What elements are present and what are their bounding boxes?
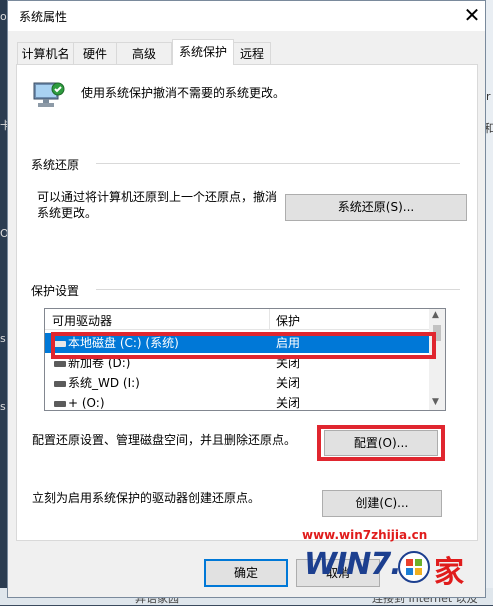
edge-glyph: o [0, 10, 7, 23]
configure-text: 配置还原设置、管理磁盘空间，并且删除还原点。 [32, 433, 297, 447]
create-button[interactable]: 创建(C)... [322, 490, 442, 517]
create-text: 立刻为启用系统保护的驱动器创建还原点。 [32, 491, 261, 505]
drive-name: 系统_WD (I:) [68, 376, 140, 390]
restore-description: 可以通过将计算机还原到上一个还原点，撤消系统更改。 [37, 190, 278, 220]
drive-icon [54, 401, 66, 407]
drive-icon [54, 381, 66, 387]
column-protection[interactable]: 保护 [276, 312, 300, 329]
tab-computer-name[interactable]: 计算机名 [17, 42, 74, 64]
protection-heading: 保护设置 [31, 284, 80, 298]
drive-list[interactable]: 可用驱动器 保护 本地磁盘 (C:) (系统) 启用 新加卷 (D:) 关闭 系… [44, 308, 446, 411]
watermark-logo-suffix: 家 [434, 555, 464, 590]
edge-glyph: r [486, 90, 491, 103]
windows-flag-icon [398, 551, 430, 583]
watermark-url: www.win7zhijia.cn [302, 528, 428, 542]
divider [96, 163, 460, 164]
system-protection-icon [33, 82, 65, 107]
drive-status: 关闭 [276, 396, 301, 410]
highlight-box [317, 425, 445, 461]
list-header: 可用驱动器 保护 [45, 309, 429, 330]
scroll-down-icon[interactable]: ▼ [432, 397, 439, 407]
title-bar: 系统属性 ✕ [8, 1, 485, 31]
edge-glyph: s [0, 332, 6, 345]
column-separator [269, 309, 270, 329]
list-scrollbar[interactable]: ▲ ▼ [429, 309, 445, 410]
tab-panel: 使用系统保护撤消不需要的系统更改。 系统还原 可以通过将计算机还原到上一个还原点… [16, 64, 478, 541]
drive-row-i[interactable]: 系统_WD (I:) 关闭 [45, 373, 429, 393]
edge-glyph: s [0, 400, 6, 413]
drive-row-o[interactable]: + (O:) 关闭 [45, 393, 429, 410]
tab-hardware[interactable]: 硬件 [73, 42, 117, 64]
window-title: 系统属性 [19, 10, 68, 24]
drive-status: 关闭 [276, 376, 301, 390]
drive-icon [54, 361, 66, 367]
close-icon[interactable]: ✕ [460, 3, 484, 27]
tab-remote[interactable]: 远程 [233, 42, 271, 64]
restore-heading: 系统还原 [31, 158, 80, 172]
tab-system-protection[interactable]: 系统保护 [172, 39, 234, 65]
system-restore-button[interactable]: 系统还原(S)... [285, 194, 467, 221]
divider [96, 289, 460, 290]
system-properties-dialog: 系统属性 ✕ 计算机名 硬件 高级 系统保护 远程 使用系统保护撤消不需要的系统… [7, 0, 486, 598]
watermark-logo-text: WIN7. [304, 547, 402, 582]
tab-advanced[interactable]: 高级 [116, 42, 172, 64]
drive-name: + (O:) [68, 396, 105, 410]
scroll-up-icon[interactable]: ▲ [432, 310, 439, 320]
intro-text: 使用系统保护撤消不需要的系统更改。 [81, 86, 286, 100]
watermark-logo: WIN7. 家 [302, 545, 472, 590]
highlight-box [51, 332, 436, 359]
column-drive[interactable]: 可用驱动器 [52, 312, 112, 329]
ok-button[interactable]: 确定 [204, 559, 288, 587]
